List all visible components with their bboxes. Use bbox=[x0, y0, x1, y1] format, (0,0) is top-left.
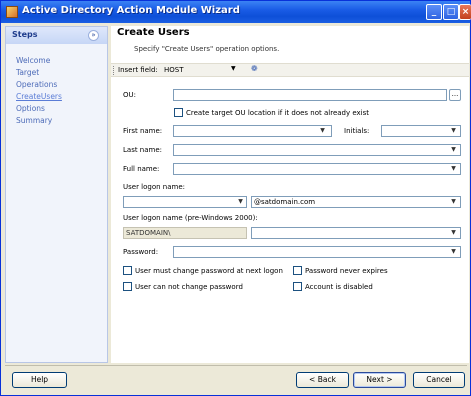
collapse-icon[interactable]: » bbox=[88, 30, 99, 41]
password-label: Password: bbox=[123, 248, 159, 256]
insert-field-toolbar: Insert field: HOST ▼ ❁ bbox=[111, 63, 469, 77]
pre2000-logon-field[interactable] bbox=[251, 227, 461, 239]
cancel-button[interactable]: Cancel bbox=[413, 372, 465, 388]
full-name-dropdown-icon[interactable]: ▼ bbox=[449, 165, 458, 173]
minimize-icon[interactable]: _ bbox=[426, 4, 442, 20]
back-button[interactable]: < Back bbox=[296, 372, 349, 388]
initials-label: Initials: bbox=[344, 127, 370, 135]
last-name-field[interactable] bbox=[173, 144, 461, 156]
ou-browse-button[interactable]: ... bbox=[449, 89, 461, 101]
domain-suffix-select[interactable]: @satdomain.com bbox=[251, 196, 461, 208]
create-ou-checkbox[interactable] bbox=[174, 108, 183, 117]
cannot-change-password-label: User can not change password bbox=[135, 283, 243, 291]
page-subtitle: Specify "Create Users" operation options… bbox=[134, 45, 280, 53]
wizard-app-icon bbox=[6, 6, 18, 18]
password-field[interactable] bbox=[173, 246, 461, 258]
pre2000-dropdown-icon[interactable]: ▼ bbox=[449, 229, 458, 237]
chevron-down-icon[interactable]: ▼ bbox=[231, 65, 236, 72]
title-bar[interactable]: Active Directory Action Module Wizard _ … bbox=[1, 1, 471, 23]
insert-field-label: Insert field: bbox=[118, 66, 158, 74]
step-createusers[interactable]: CreateUsers bbox=[16, 92, 62, 101]
ou-field[interactable] bbox=[173, 89, 447, 101]
toolbar-grip[interactable] bbox=[113, 66, 115, 75]
main-panel: Create Users Specify "Create Users" oper… bbox=[111, 26, 469, 363]
create-ou-label: Create target OU location if it does not… bbox=[186, 109, 370, 117]
steps-header: Steps » bbox=[6, 27, 107, 44]
step-operations[interactable]: Operations bbox=[16, 80, 57, 89]
close-icon[interactable]: × bbox=[459, 4, 471, 20]
domain-dropdown-icon[interactable]: ▼ bbox=[449, 198, 458, 206]
pre2000-label: User logon name (pre-Windows 2000): bbox=[123, 214, 258, 222]
last-name-label: Last name: bbox=[123, 146, 163, 154]
window-title: Active Directory Action Module Wizard bbox=[22, 5, 240, 16]
account-disabled-checkbox[interactable] bbox=[293, 282, 302, 291]
logon-name-field[interactable] bbox=[123, 196, 247, 208]
cannot-change-password-checkbox[interactable] bbox=[123, 282, 132, 291]
account-disabled-label: Account is disabled bbox=[305, 283, 373, 291]
password-dropdown-icon[interactable]: ▼ bbox=[449, 248, 458, 256]
help-button[interactable]: Help bbox=[12, 372, 67, 388]
insert-field-icon[interactable]: ❁ bbox=[251, 64, 258, 73]
password-never-expires-checkbox[interactable] bbox=[293, 266, 302, 275]
logon-name-dropdown-icon[interactable]: ▼ bbox=[236, 198, 245, 206]
step-welcome[interactable]: Welcome bbox=[16, 56, 50, 65]
maximize-icon[interactable]: □ bbox=[443, 4, 459, 20]
first-name-field[interactable] bbox=[173, 125, 332, 137]
full-name-field[interactable] bbox=[173, 163, 461, 175]
step-target[interactable]: Target bbox=[16, 68, 39, 77]
pre2000-domain-field: SATDOMAIN\ bbox=[123, 227, 247, 239]
logon-name-label: User logon name: bbox=[123, 183, 186, 191]
must-change-password-label: User must change password at next logon bbox=[135, 267, 283, 275]
steps-title: Steps bbox=[12, 30, 38, 39]
initials-dropdown-icon[interactable]: ▼ bbox=[449, 127, 458, 135]
steps-panel: Steps » Welcome Target Operations Create… bbox=[5, 26, 108, 363]
page-title: Create Users bbox=[117, 27, 190, 38]
step-summary[interactable]: Summary bbox=[16, 116, 52, 125]
step-options[interactable]: Options bbox=[16, 104, 45, 113]
password-never-expires-label: Password never expires bbox=[305, 267, 388, 275]
wizard-window: Active Directory Action Module Wizard _ … bbox=[0, 0, 471, 396]
full-name-label: Full name: bbox=[123, 165, 160, 173]
first-name-dropdown-icon[interactable]: ▼ bbox=[318, 127, 327, 135]
next-button[interactable]: Next > bbox=[353, 372, 406, 388]
ou-label: OU: bbox=[123, 91, 136, 99]
footer-divider bbox=[5, 365, 467, 366]
first-name-label: First name: bbox=[123, 127, 163, 135]
must-change-password-checkbox[interactable] bbox=[123, 266, 132, 275]
last-name-dropdown-icon[interactable]: ▼ bbox=[449, 146, 458, 154]
insert-field-select[interactable]: HOST bbox=[162, 65, 242, 76]
